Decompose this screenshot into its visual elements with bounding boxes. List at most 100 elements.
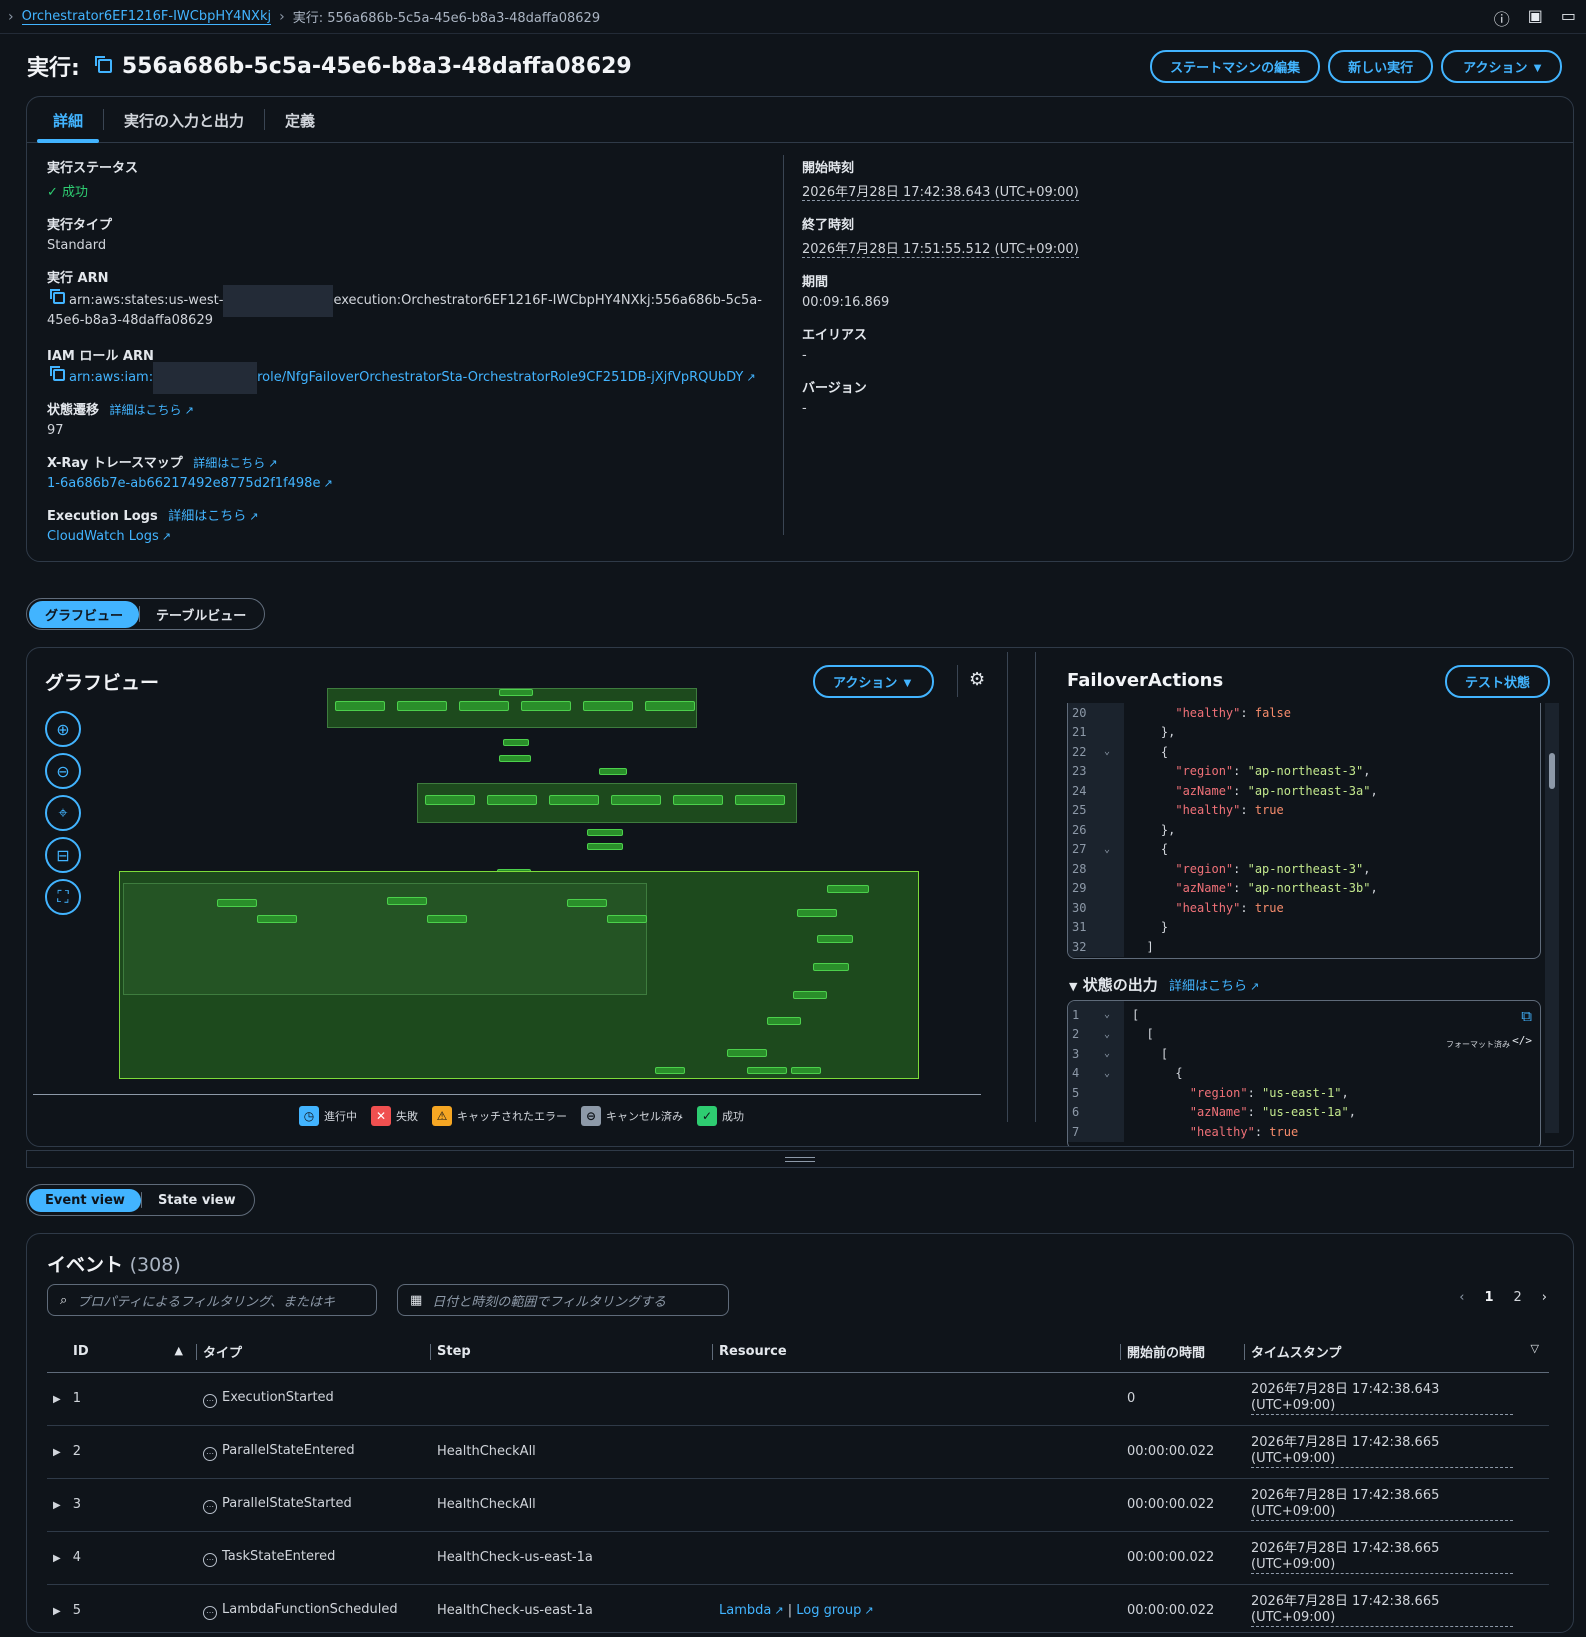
date-range-filter[interactable]: ▦ 日付と時刻の範囲でフィルタリングする	[397, 1284, 729, 1316]
graph-node[interactable]	[673, 795, 723, 805]
transitions-learn-more-link[interactable]: 詳細はこちら ↗	[110, 403, 194, 417]
col-resource[interactable]: Resource	[713, 1332, 1121, 1372]
state-output-header[interactable]: ▼ 状態の出力 詳細はこちら ↗	[1069, 974, 1259, 995]
graph-node[interactable]	[549, 795, 599, 805]
graph-node[interactable]	[521, 701, 571, 711]
table-row[interactable]: ▶ 1 ⋯ ExecutionStarted 0 2026年7月28日 17:42:38.…	[47, 1372, 1549, 1425]
graph-node[interactable]	[797, 909, 837, 917]
graph-node[interactable]	[487, 795, 537, 805]
fold-chevron-icon[interactable]: ⌄	[1104, 1048, 1124, 1059]
graph-node[interactable]	[817, 935, 853, 943]
event-view-toggle[interactable]: Event view	[29, 1188, 141, 1212]
graph-node[interactable]	[611, 795, 661, 805]
graph-node[interactable]	[655, 1067, 685, 1074]
collapse-icon[interactable]: ⊟	[45, 837, 81, 873]
graph-node[interactable]	[607, 915, 647, 923]
settings-gear-icon[interactable]: ⚙	[969, 669, 985, 690]
table-row[interactable]: ▶ 3 ⋯ ParallelStateStarted HealthCheckAll 00:…	[47, 1478, 1549, 1531]
iam-part1[interactable]: arn:aws:iam:	[69, 370, 153, 385]
page-1[interactable]: 1	[1484, 1290, 1493, 1305]
chevron-left-icon[interactable]: ‹	[1459, 1290, 1464, 1305]
zoom-in-icon[interactable]: ⊕	[45, 711, 81, 747]
expand-row-icon[interactable]: ▶	[53, 1500, 61, 1511]
graph-node[interactable]	[503, 739, 529, 746]
fold-chevron-icon[interactable]: ⌄	[1104, 1029, 1124, 1040]
tab-details[interactable]: 詳細	[33, 97, 103, 143]
graph-node[interactable]	[587, 843, 623, 850]
scrollbar-thumb[interactable]	[1549, 753, 1555, 789]
iam-part2[interactable]: role/NfgFailoverOrchestratorSta-Orchestr…	[257, 370, 743, 385]
graph-node[interactable]	[645, 701, 695, 711]
fold-chevron-icon[interactable]: ⌄	[1104, 1068, 1124, 1079]
graph-view-toggle[interactable]: グラフビュー	[29, 600, 140, 628]
graph-node[interactable]	[827, 885, 869, 893]
log-group-link[interactable]: Log group	[796, 1603, 861, 1618]
tab-input-output[interactable]: 実行の入力と出力	[104, 97, 264, 142]
logs-learn-more-link[interactable]: 詳細はこちら ↗	[168, 509, 258, 524]
graph-node[interactable]	[567, 899, 607, 907]
actions-button[interactable]: アクション ▼	[1441, 49, 1562, 83]
chevron-right-icon[interactable]: ›	[1542, 1290, 1547, 1305]
event-filter-input[interactable]: ⌕ プロパティによるフィルタリング、またはキ	[47, 1284, 377, 1316]
col-step[interactable]: Step	[431, 1332, 713, 1372]
graph-node[interactable]	[335, 701, 385, 711]
graph-node[interactable]	[747, 1067, 787, 1074]
sort-asc-icon[interactable]: ▲	[175, 1344, 183, 1357]
fold-chevron-icon[interactable]: ⌄	[1104, 844, 1124, 855]
splitter[interactable]	[1007, 652, 1008, 1122]
info-icon[interactable]: ⓘ	[1494, 6, 1510, 30]
copy-icon[interactable]	[50, 289, 65, 304]
copy-icon[interactable]: ⧉	[1521, 1007, 1532, 1025]
graph-node[interactable]	[599, 768, 627, 775]
expand-row-icon[interactable]: ▶	[53, 1394, 61, 1405]
breadcrumb-state-machine-link[interactable]: Orchestrator6EF1216F-IWCbpHY4NXkj	[21, 9, 272, 25]
code-format-icon[interactable]: </>	[1512, 1034, 1532, 1047]
graph-node[interactable]	[499, 755, 531, 762]
graph-node[interactable]	[793, 991, 827, 999]
lambda-link[interactable]: Lambda	[719, 1603, 771, 1618]
graph-node[interactable]	[735, 795, 785, 805]
logs-value[interactable]: CloudWatch Logs ↗	[47, 529, 777, 544]
sort-icon[interactable]: ▽	[1531, 1342, 1539, 1355]
table-row[interactable]: ▶ 4 ⋯ TaskStateEntered HealthCheck-us-east-1…	[47, 1531, 1549, 1584]
resize-handle[interactable]	[26, 1150, 1574, 1168]
col-id[interactable]: ID ▲	[47, 1332, 197, 1372]
graph-node[interactable]	[727, 1049, 767, 1057]
col-type[interactable]: タイプ	[197, 1332, 431, 1372]
graph-node[interactable]	[499, 689, 533, 696]
new-execution-button[interactable]: 新しい実行	[1328, 49, 1434, 83]
edit-state-machine-button[interactable]: ステートマシンの編集	[1150, 49, 1321, 83]
page-2[interactable]: 2	[1514, 1290, 1522, 1305]
display-icon[interactable]: ▭	[1561, 6, 1576, 30]
xray-value[interactable]: 1-6a686b7e-ab66217492e8775d2f1f498e ↗	[47, 476, 777, 491]
output-learn-more-link[interactable]: 詳細はこちら ↗	[1169, 979, 1259, 994]
graph-node[interactable]	[397, 701, 447, 711]
table-row[interactable]: ▶ 5 ⋯ LambdaFunctionScheduled HealthCheck-us…	[47, 1584, 1549, 1637]
state-view-toggle[interactable]: State view	[142, 1189, 252, 1212]
graph-node[interactable]	[425, 795, 475, 805]
graph-node[interactable]	[217, 899, 257, 907]
fold-chevron-icon[interactable]: ⌄	[1104, 746, 1124, 757]
graph-node[interactable]	[583, 701, 633, 711]
expand-row-icon[interactable]: ▶	[53, 1553, 61, 1564]
expand-row-icon[interactable]: ▶	[53, 1606, 61, 1617]
graph-node[interactable]	[257, 915, 297, 923]
col-timestamp[interactable]: タイムスタンプ ▽	[1245, 1332, 1549, 1372]
col-elapsed[interactable]: 開始前の時間	[1121, 1332, 1245, 1372]
graph-node[interactable]	[459, 701, 509, 711]
center-icon[interactable]: ⌖	[45, 795, 81, 831]
xray-trace-link[interactable]: 1-6a686b7e-ab66217492e8775d2f1f498e	[47, 476, 320, 491]
cloudwatch-logs-link[interactable]: CloudWatch Logs	[47, 529, 159, 544]
iam-value[interactable]: arn:aws:iam: role/NfgFailoverOrchestrator…	[47, 361, 777, 394]
expand-row-icon[interactable]: ▶	[53, 1447, 61, 1458]
fold-chevron-icon[interactable]: ⌄	[1104, 1009, 1124, 1020]
scrollbar[interactable]	[1545, 703, 1559, 1133]
graph-node[interactable]	[767, 1017, 801, 1025]
zoom-out-icon[interactable]: ⊖	[45, 753, 81, 789]
workflow-graph[interactable]	[87, 673, 967, 1093]
xray-learn-more-link[interactable]: 詳細はこちら ↗	[193, 456, 277, 470]
graph-node[interactable]	[791, 1067, 821, 1074]
graph-node[interactable]	[813, 963, 849, 971]
table-row[interactable]: ▶ 2 ⋯ ParallelStateEntered HealthCheckAll 00:…	[47, 1425, 1549, 1478]
graph-node[interactable]	[587, 829, 623, 836]
